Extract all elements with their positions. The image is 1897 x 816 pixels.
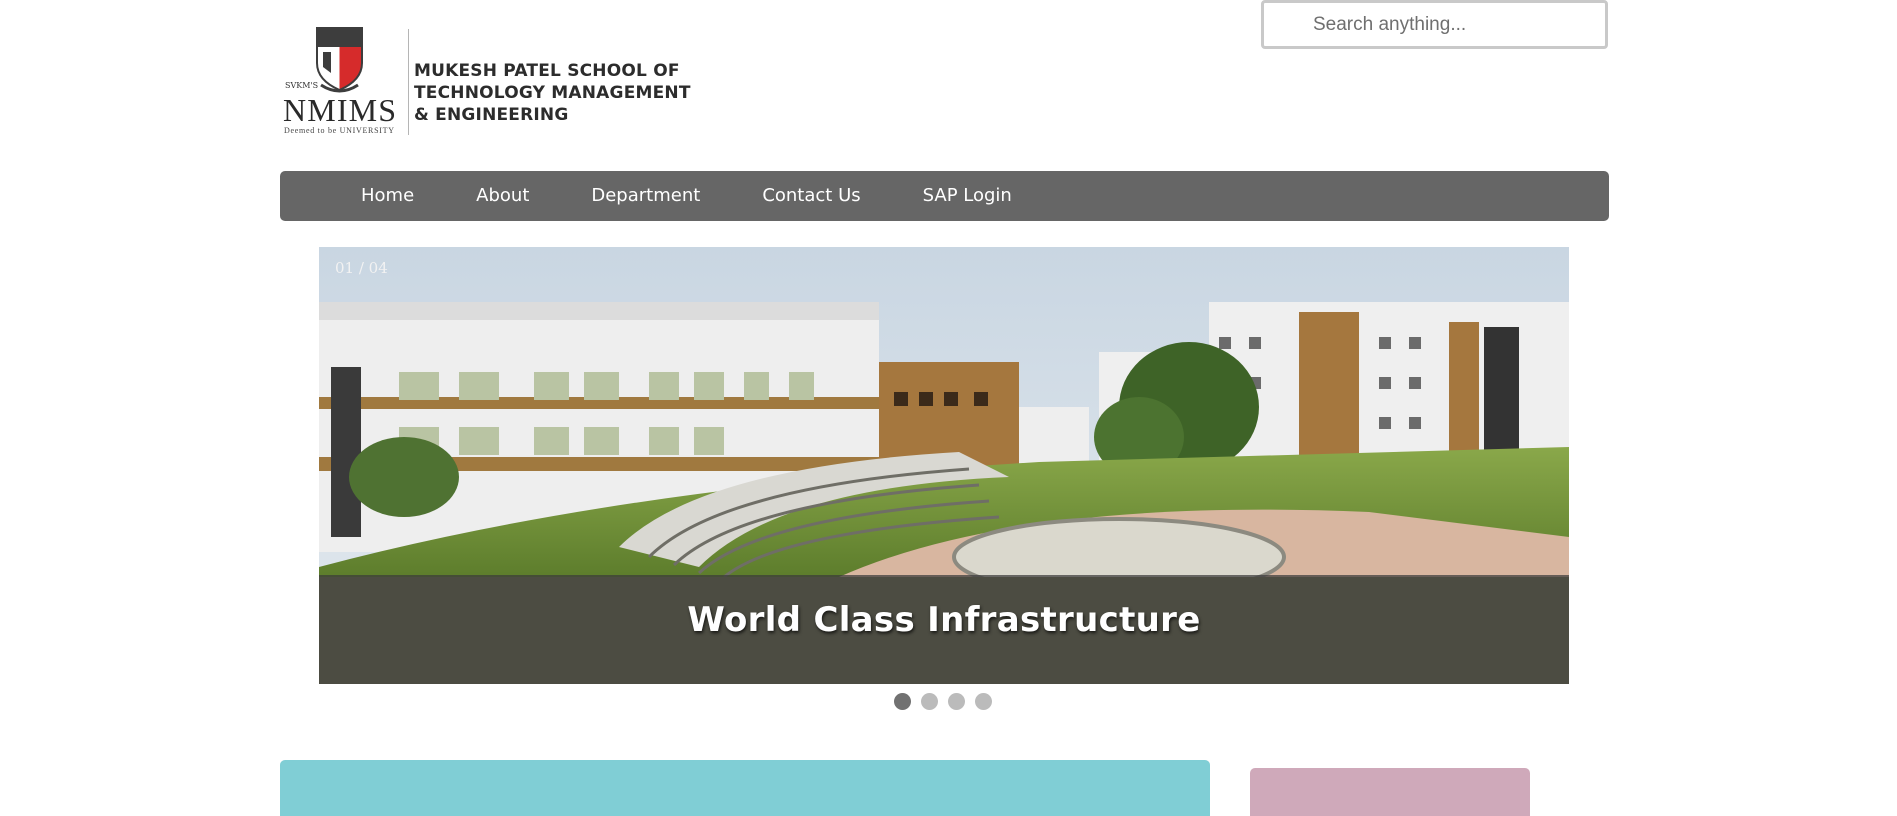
- school-name-line: MUKESH PATEL SCHOOL OF: [414, 61, 680, 81]
- logo-seal-text: SVKM'S: [285, 81, 318, 90]
- search-input[interactable]: [1264, 3, 1605, 46]
- hero-slide[interactable]: 01 / 04 World Class Infrastructure: [319, 247, 1569, 684]
- nav-item-home[interactable]: Home: [361, 171, 414, 221]
- school-name-line: & ENGINEERING: [414, 105, 569, 125]
- slide-caption: World Class Infrastructure: [687, 600, 1201, 640]
- logo-tagline-text: Deemed to be UNIVERSITY: [284, 126, 394, 135]
- site-logo[interactable]: SVKM'S NMIMS Deemed to be UNIVERSITY MUK…: [283, 25, 690, 137]
- nav-item-sap-login[interactable]: SAP Login: [923, 171, 1012, 221]
- school-name-line: TECHNOLOGY MANAGEMENT: [414, 83, 691, 103]
- slide-counter: 01 / 04: [335, 259, 388, 277]
- slide-dot-1[interactable]: [894, 693, 911, 710]
- logo-brand-text: NMIMS: [283, 92, 396, 128]
- slide-dots: [894, 693, 1002, 711]
- page: SVKM'S NMIMS Deemed to be UNIVERSITY MUK…: [0, 0, 1897, 816]
- content-panel-teal: [280, 760, 1210, 816]
- school-name: MUKESH PATEL SCHOOL OF TECHNOLOGY MANAGE…: [414, 60, 691, 126]
- nav-item-contact-us[interactable]: Contact Us: [762, 171, 860, 221]
- slide-dot-2[interactable]: [921, 693, 938, 710]
- content-panel-pink: [1250, 768, 1530, 816]
- main-nav: Home About Department Contact Us SAP Log…: [280, 171, 1609, 221]
- nav-item-department[interactable]: Department: [591, 171, 700, 221]
- logo-divider: [408, 29, 409, 135]
- nav-item-about[interactable]: About: [476, 171, 529, 221]
- nmims-logo-icon: SVKM'S NMIMS Deemed to be UNIVERSITY: [283, 27, 396, 135]
- slide-dot-4[interactable]: [975, 693, 992, 710]
- search-box: [1261, 0, 1608, 49]
- slide-dot-3[interactable]: [948, 693, 965, 710]
